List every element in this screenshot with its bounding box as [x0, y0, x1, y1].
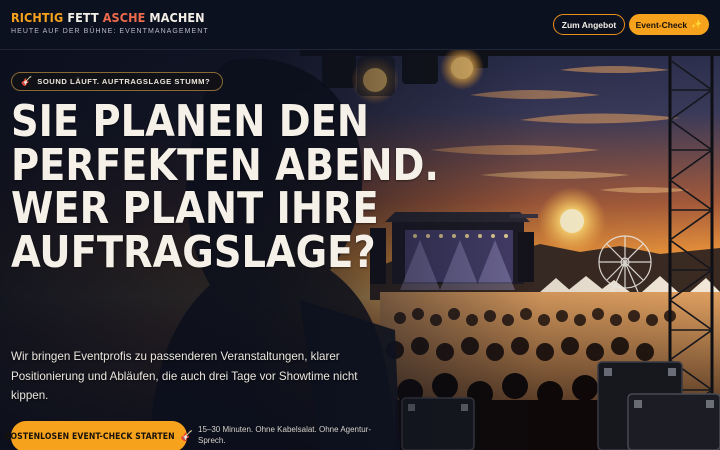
headline-line-4: AUFTRAGSLAGE?	[11, 226, 376, 278]
headline-line-2: PERFEKTEN ABEND.	[11, 139, 439, 191]
brand-word-2: FETT	[67, 10, 99, 25]
sparkle-icon: ✨	[691, 19, 703, 29]
event-check-button[interactable]: Event-Check ✨	[629, 14, 709, 35]
site-header: RICHTIG FETT ASCHE MACHEN HEUTE AUF DER …	[0, 0, 720, 50]
brand[interactable]: RICHTIG FETT ASCHE MACHEN HEUTE AUF DER …	[11, 11, 209, 36]
brand-word-1: RICHTIG	[11, 10, 64, 25]
guitar-icon: 🎸	[180, 430, 194, 442]
cta-label: KOSTENLOSEN EVENT-CHECK STARTEN	[4, 431, 175, 442]
cta-note: 15–30 Minuten. Ohne Kabelsalat. Ohne Age…	[198, 425, 372, 445]
brand-word-4: MACHEN	[149, 10, 205, 25]
brand-title: RICHTIG FETT ASCHE MACHEN	[11, 11, 209, 25]
guitar-icon: 🎸	[21, 76, 33, 86]
hero-lead-text: Wir bringen Eventprofis zu passenderen V…	[11, 350, 358, 402]
hero-headline: SIE PLANEN DEN PERFEKTEN ABEND. WER PLAN…	[11, 96, 439, 278]
event-check-button-label: Event-Check	[635, 19, 688, 30]
hero-badge-text: SOUND LÄUFT. AUFTRAGSLAGE STUMM?	[37, 77, 211, 86]
offer-button[interactable]: Zum Angebot	[553, 14, 625, 35]
brand-word-3: ASCHE	[102, 10, 146, 25]
hero-badge: 🎸 SOUND LÄUFT. AUFTRAGSLAGE STUMM?	[11, 72, 223, 91]
brand-subtitle: HEUTE AUF DER BÜHNE: EVENTMANAGEMENT	[11, 28, 209, 35]
headline-line-1: SIE PLANEN DEN	[11, 96, 369, 147]
offer-button-label: Zum Angebot	[561, 19, 617, 30]
headline-line-3: WER PLANT IHRE	[11, 183, 379, 234]
start-event-check-button[interactable]: KOSTENLOSEN EVENT-CHECK STARTEN 🎸	[5, 421, 193, 450]
